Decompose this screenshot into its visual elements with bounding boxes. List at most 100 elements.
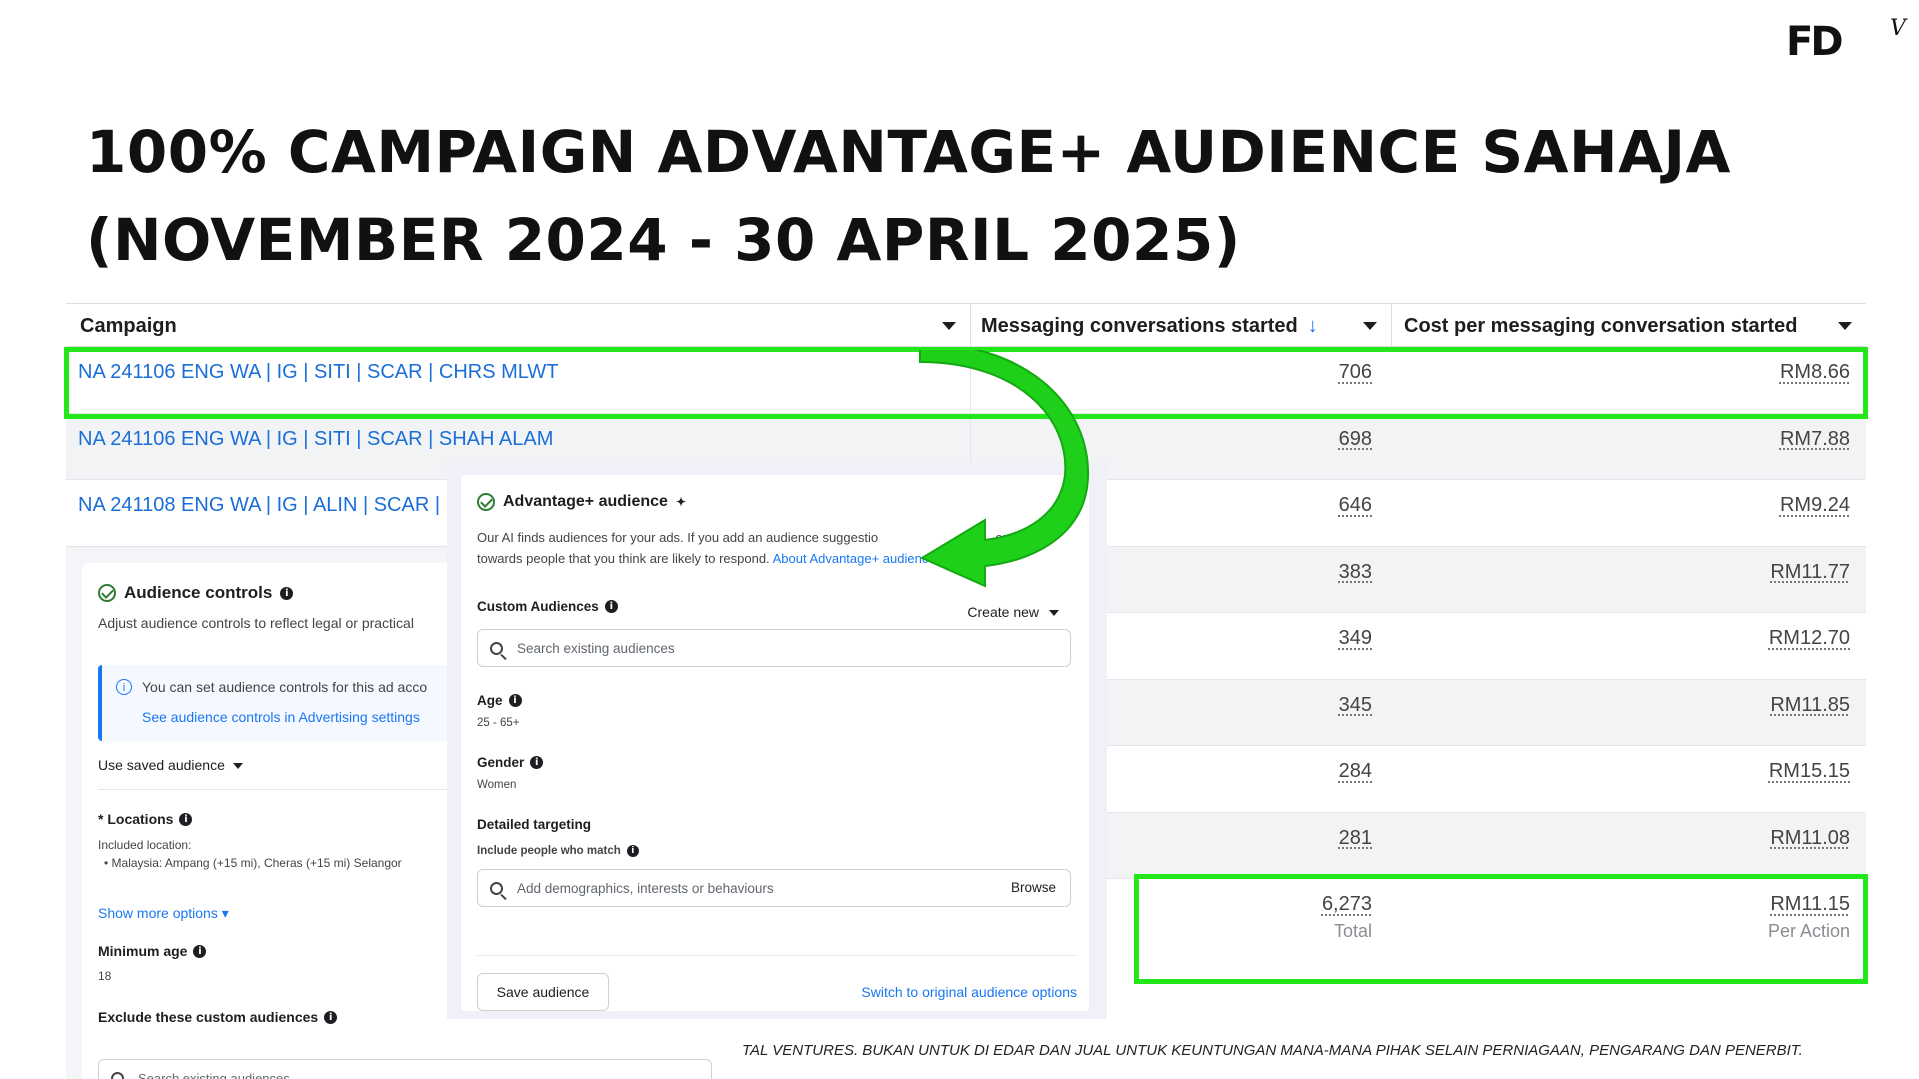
cost-value: RM7.88 (1779, 427, 1850, 450)
search-icon (490, 641, 503, 655)
column-header-campaign[interactable]: Campaign (66, 304, 970, 348)
brand-logo: FD V (1786, 16, 1916, 64)
footer-disclaimer: TAL VENTURES. BUKAN UNTUK DI EDAR DAN JU… (742, 1042, 1803, 1059)
info-icon[interactable]: i (324, 1010, 338, 1024)
column-header-cost[interactable]: Cost per messaging conversation started (1392, 304, 1866, 348)
create-new-label: Create new (967, 604, 1039, 620)
table-header: Campaign Messaging conversations started… (66, 303, 1866, 348)
highlight-total (1134, 874, 1868, 984)
curved-arrow-icon (919, 350, 1090, 588)
cost-value: RM9.24 (1779, 494, 1850, 516)
cost-value: RM11.77 (1770, 560, 1850, 583)
campaign-name-link[interactable]: NA 241108 ENG WA | IG | ALIN | SCAR | B( (78, 494, 466, 517)
divider (477, 955, 1077, 956)
minimum-age-label: Minimum age (98, 943, 188, 959)
info-icon[interactable]: i (508, 694, 522, 707)
advantage-audience-heading: Advantage+ audience ✦ (477, 493, 686, 511)
custom-audience-search-input[interactable]: Search existing audiences (477, 629, 1071, 667)
save-audience-button[interactable]: Save audience (477, 973, 609, 1011)
logo-mark: FD (1786, 19, 1844, 65)
included-location-value: • Malaysia: Ampang (+15 mi), Cheras (+15… (104, 856, 402, 870)
browse-button[interactable]: Browse (1011, 880, 1056, 895)
exclude-audiences-label: Exclude these custom audiences (98, 1009, 319, 1025)
gender-label: Gender (477, 755, 525, 770)
include-people-heading: Include people who match i (477, 845, 639, 857)
campaign-name-link[interactable]: NA 241106 ENG WA | IG | SITI | SCAR | SH… (78, 428, 553, 451)
check-circle-icon (477, 493, 495, 511)
create-new-dropdown[interactable]: Create new (967, 604, 1059, 620)
check-circle-icon (98, 584, 116, 602)
audience-controls-heading: Audience controls i (98, 583, 294, 603)
detailed-targeting-placeholder: Add demographics, interests or behaviour… (517, 880, 774, 896)
advantage-audience-title: Advantage+ audience (503, 493, 668, 510)
cost-value: RM15.15 (1768, 760, 1850, 782)
info-icon[interactable]: i (604, 600, 618, 613)
minimum-age-heading: Minimum age i (98, 943, 207, 959)
audience-controls-title: Audience controls (124, 583, 273, 602)
detailed-targeting-label: Detailed targeting (477, 817, 592, 832)
sparkle-icon: ✦ (675, 495, 687, 509)
age-value: 25 - 65+ (477, 717, 520, 729)
locations-heading: * Locations i (98, 811, 193, 827)
logo-superscript: V (1890, 16, 1906, 41)
divider (98, 789, 498, 790)
show-more-options-label: Show more options (98, 905, 218, 921)
custom-audiences-label: Custom Audiences (477, 599, 599, 614)
chevron-down-icon (232, 763, 243, 770)
search-icon (111, 1071, 124, 1079)
title-line-2: (NOVEMBER 2024 - 30 APRIL 2025) (86, 206, 1241, 274)
messaging-count: 698 (1338, 427, 1372, 450)
messaging-count: 345 (1338, 693, 1372, 716)
info-icon[interactable]: i (193, 944, 207, 958)
detailed-targeting-input[interactable]: Add demographics, interests or behaviour… (477, 869, 1071, 907)
exclude-audience-search-input[interactable]: Search existing audiences (98, 1059, 712, 1079)
search-icon (490, 881, 503, 895)
column-header-cost-label: Cost per messaging conversation started (1404, 314, 1798, 337)
audience-controls-description: Adjust audience controls to reflect lega… (98, 615, 414, 631)
note-text: You can set audience controls for this a… (142, 679, 428, 695)
cost-value: RM11.08 (1770, 826, 1850, 849)
locations-label: * Locations (98, 811, 174, 827)
switch-original-audience-link[interactable]: Switch to original audience options (861, 984, 1077, 1000)
exclude-audience-placeholder: Search existing audiences (138, 1070, 290, 1079)
messaging-count: 646 (1338, 494, 1372, 516)
advantage-description-text: Our AI finds audiences for your ads. If … (477, 530, 879, 545)
column-header-messaging[interactable]: Messaging conversations started ↓ (971, 304, 1391, 348)
title-line-1: 100% CAMPAIGN ADVANTAGE+ AUDIENCE SAHAJA (86, 118, 1731, 186)
included-location-text: Malaysia: Ampang (+15 mi), Cheras (+15 m… (111, 856, 402, 870)
included-location-label: Included location: (98, 838, 192, 852)
chevron-down-icon[interactable] (1363, 322, 1377, 330)
info-icon[interactable]: i (179, 812, 193, 826)
messaging-count: 383 (1338, 560, 1372, 583)
messaging-count: 284 (1338, 760, 1372, 782)
minimum-age-value: 18 (98, 969, 112, 983)
chevron-down-icon (1049, 610, 1059, 617)
arrow-down-icon[interactable]: ↓ (1308, 315, 1318, 338)
use-saved-audience-dropdown[interactable]: Use saved audience (98, 757, 243, 773)
gender-value: Women (477, 779, 517, 791)
slide-title: 100% CAMPAIGN ADVANTAGE+ AUDIENCE SAHAJA… (86, 108, 1731, 284)
include-people-label: Include people who match (477, 845, 621, 857)
age-heading: Age i (477, 693, 522, 708)
messaging-count: 349 (1338, 627, 1372, 649)
advertising-settings-link[interactable]: See audience controls in Advertising set… (142, 709, 420, 725)
cost-value: RM11.85 (1770, 693, 1850, 716)
exclude-audiences-heading: Exclude these custom audiences i (98, 1009, 338, 1025)
info-circle-icon: i (116, 679, 132, 695)
messaging-count: 281 (1338, 826, 1372, 849)
chevron-down-icon[interactable] (1838, 322, 1852, 330)
info-icon[interactable]: i (280, 586, 294, 600)
advantage-description-line2: towards people that you think are likely… (477, 551, 770, 566)
column-header-messaging-label: Messaging conversations started (981, 314, 1298, 337)
detailed-targeting-heading: Detailed targeting (477, 817, 591, 832)
arrow-shape (919, 350, 1090, 588)
use-saved-audience-label: Use saved audience (98, 757, 225, 773)
chevron-down-icon[interactable] (942, 322, 956, 330)
column-header-campaign-label: Campaign (80, 314, 177, 337)
info-icon[interactable]: i (626, 845, 639, 857)
show-more-options-link[interactable]: Show more options ▾ (98, 905, 229, 922)
age-label: Age (477, 693, 503, 708)
custom-audiences-heading: Custom Audiences i (477, 599, 618, 614)
gender-heading: Gender i (477, 755, 544, 770)
info-icon[interactable]: i (530, 756, 544, 769)
